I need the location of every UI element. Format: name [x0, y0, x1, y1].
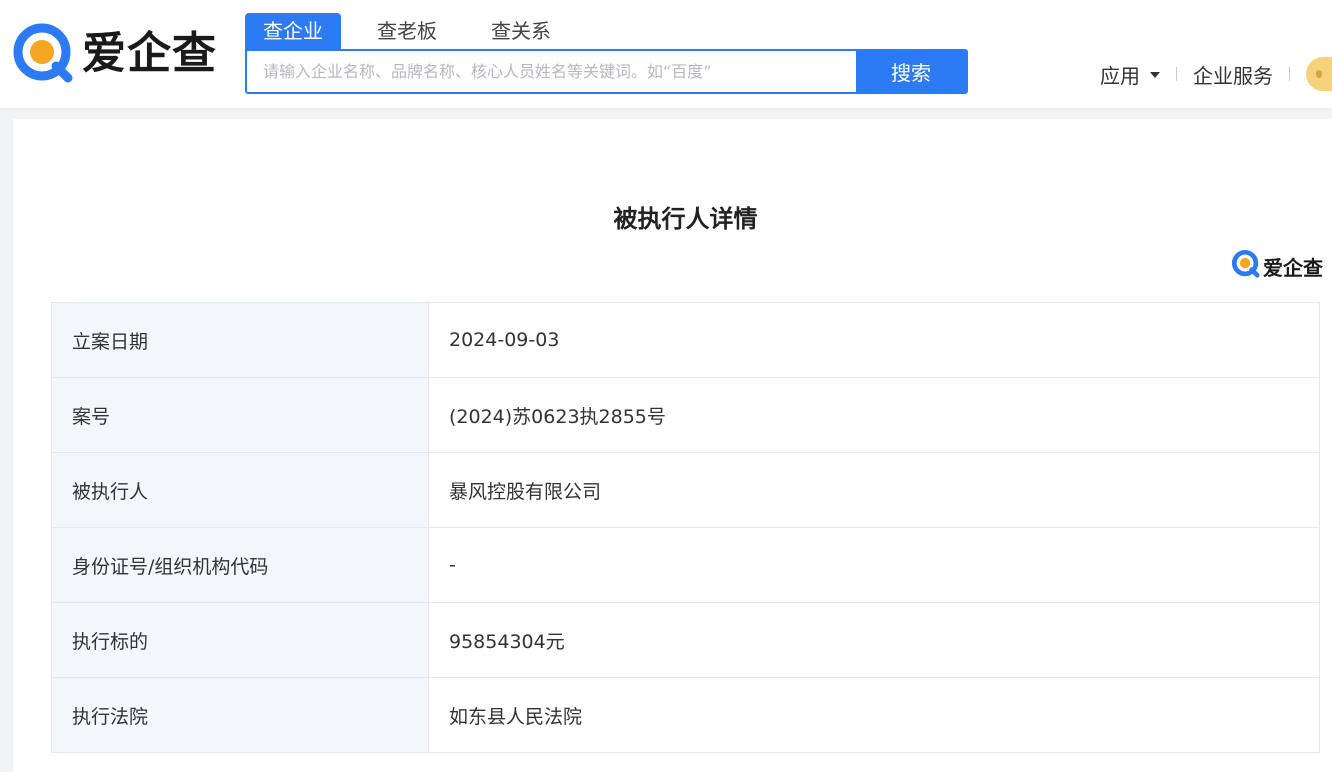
nav-divider	[1289, 67, 1290, 81]
row-label: 执行标的	[51, 602, 429, 678]
tab-relation[interactable]: 查关系	[473, 13, 569, 49]
row-value: 95854304元	[428, 602, 1320, 678]
row-label: 被执行人	[51, 452, 429, 528]
row-label: 执行法院	[51, 677, 429, 753]
site-logo[interactable]: 爱企查	[12, 22, 217, 86]
watermark-text: 爱企查	[1263, 255, 1323, 280]
table-row: 被执行人 暴风控股有限公司	[51, 452, 1320, 528]
row-value: (2024)苏0623执2855号	[428, 377, 1320, 453]
search-button[interactable]: 搜索	[856, 51, 966, 92]
search-area: 查企业 查老板 查关系 搜索	[245, 13, 968, 94]
search-input[interactable]	[247, 51, 856, 92]
detail-table: 立案日期 2024-09-03 案号 (2024)苏0623执2855号 被执行…	[51, 302, 1320, 753]
row-label: 立案日期	[51, 302, 429, 378]
apps-menu-label: 应用	[1100, 63, 1140, 88]
table-row: 身份证号/组织机构代码 -	[51, 527, 1320, 603]
row-value: 如东县人民法院	[428, 677, 1320, 753]
table-row: 执行法院 如东县人民法院	[51, 677, 1320, 753]
caret-down-icon	[1150, 72, 1160, 78]
enterprise-service-link[interactable]: 企业服务	[1193, 60, 1273, 89]
row-value: -	[428, 527, 1320, 603]
detail-card: 被执行人详情 爱企查 立案日期 2024-09-03 案号 (2024)苏062…	[13, 119, 1332, 772]
page-title: 被执行人详情	[613, 205, 758, 233]
top-nav: 应用 企业服务	[1100, 56, 1332, 92]
brand-watermark: 爱企查	[1231, 249, 1323, 283]
search-tabs: 查企业 查老板 查关系	[245, 13, 968, 49]
row-label: 身份证号/组织机构代码	[51, 527, 429, 603]
logo-text: 爱企查	[82, 28, 217, 79]
row-label: 案号	[51, 377, 429, 453]
logo-magnifier-icon	[1231, 249, 1261, 283]
tab-boss[interactable]: 查老板	[359, 13, 455, 49]
table-row: 立案日期 2024-09-03	[51, 302, 1320, 378]
nav-divider	[1176, 67, 1177, 81]
table-row: 执行标的 95854304元	[51, 602, 1320, 678]
apps-menu[interactable]: 应用	[1100, 60, 1160, 89]
row-value: 2024-09-03	[428, 302, 1320, 378]
top-header: 爱企查 查企业 查老板 查关系 搜索 应用 企业服务	[0, 0, 1332, 108]
logo-magnifier-icon	[12, 22, 76, 86]
row-value: 暴风控股有限公司	[428, 452, 1320, 528]
tab-company[interactable]: 查企业	[245, 13, 341, 49]
search-box: 搜索	[245, 49, 968, 94]
user-avatar[interactable]	[1306, 57, 1332, 91]
table-row: 案号 (2024)苏0623执2855号	[51, 377, 1320, 453]
